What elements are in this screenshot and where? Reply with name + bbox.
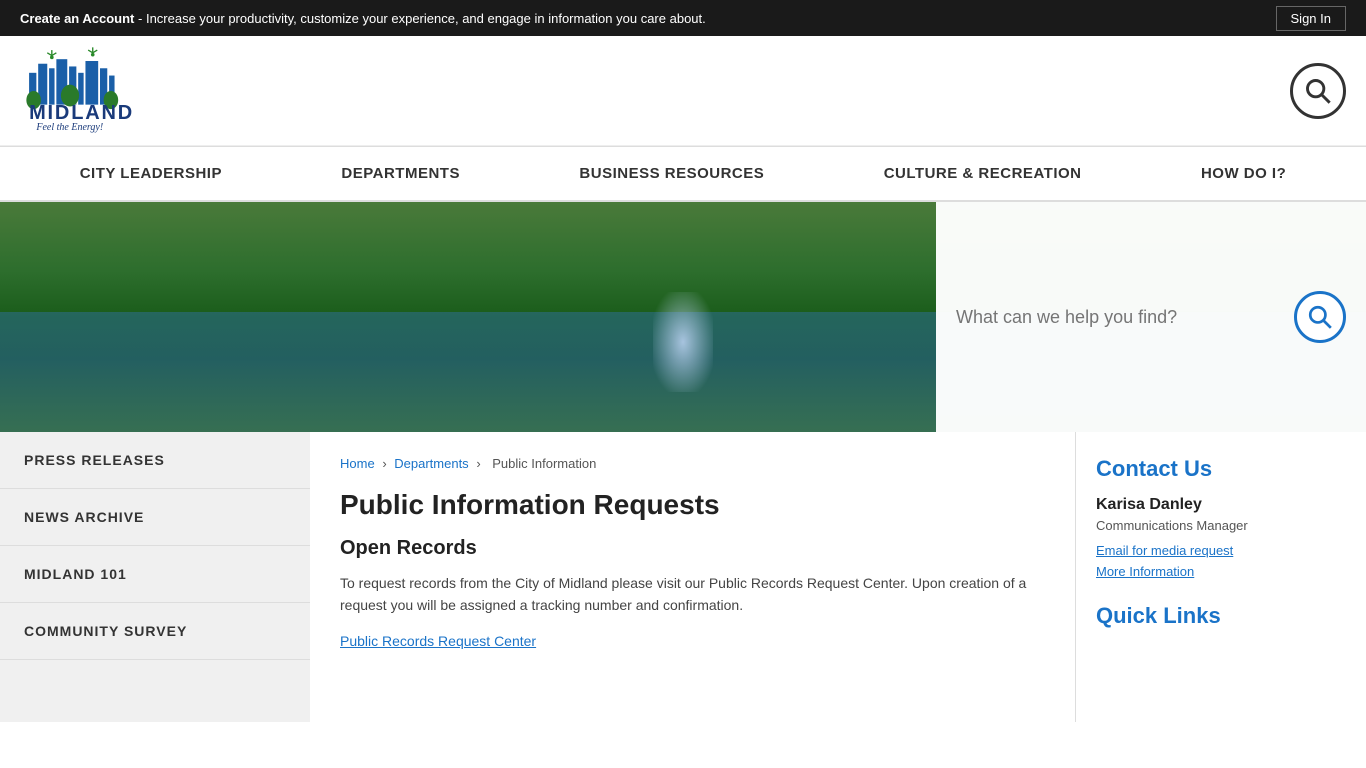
email-media-request-link[interactable]: Email for media request [1096, 543, 1346, 558]
svg-text:Feel the Energy!: Feel the Energy! [35, 122, 103, 133]
header-search-button[interactable] [1290, 63, 1346, 119]
contact-name: Karisa Danley [1096, 496, 1346, 514]
hero-search-button[interactable] [1294, 291, 1346, 343]
top-banner: Create an Account - Increase your produc… [0, 0, 1366, 36]
nav-item-business[interactable]: BUSINESS RESOURCES [559, 147, 784, 200]
left-sidebar: PRESS RELEASES NEWS ARCHIVE MIDLAND 101 … [0, 432, 310, 722]
create-account-text: Create an Account - Increase your produc… [20, 11, 706, 26]
body-text-open-records: To request records from the City of Midl… [340, 572, 1045, 617]
sidebar-item-press-releases[interactable]: PRESS RELEASES [0, 432, 310, 489]
sign-in-button[interactable]: Sign In [1276, 6, 1346, 31]
page-title: Public Information Requests [340, 489, 1045, 521]
sidebar-item-community-survey[interactable]: COMMUNITY SURVEY [0, 603, 310, 660]
right-sidebar: Contact Us Karisa Danley Communications … [1076, 432, 1366, 722]
nav-link-departments[interactable]: DEPARTMENTS [321, 147, 480, 200]
breadcrumb-sep-2: › [476, 456, 484, 471]
main-nav: CITY LEADERSHIP DEPARTMENTS BUSINESS RES… [0, 146, 1366, 202]
logo-area: MIDLAND Feel the Energy! [20, 46, 220, 136]
breadcrumb-current: Public Information [492, 456, 596, 471]
content-wrapper: PRESS RELEASES NEWS ARCHIVE MIDLAND 101 … [0, 432, 1366, 722]
hero-search-input[interactable] [956, 297, 1294, 338]
breadcrumb-home[interactable]: Home [340, 456, 375, 471]
breadcrumb-departments[interactable]: Departments [394, 456, 468, 471]
nav-item-culture[interactable]: CULTURE & RECREATION [864, 147, 1102, 200]
create-account-bold: Create an Account [20, 11, 134, 26]
header: MIDLAND Feel the Energy! [0, 36, 1366, 146]
create-account-desc: - Increase your productivity, customize … [138, 11, 706, 26]
breadcrumb: Home › Departments › Public Information [340, 456, 1045, 471]
sidebar-item-midland-101[interactable]: MIDLAND 101 [0, 546, 310, 603]
hero-banner [0, 202, 1366, 432]
main-content-area: Home › Departments › Public Information … [310, 432, 1076, 722]
section-title-open-records: Open Records [340, 537, 1045, 560]
contact-us-title: Contact Us [1096, 456, 1346, 482]
sidebar-item-news-archive[interactable]: NEWS ARCHIVE [0, 489, 310, 546]
breadcrumb-sep-1: › [382, 456, 390, 471]
nav-link-culture[interactable]: CULTURE & RECREATION [864, 147, 1102, 200]
nav-item-city-leadership[interactable]: CITY LEADERSHIP [60, 147, 242, 200]
hero-search-overlay [936, 202, 1366, 432]
nav-link-city-leadership[interactable]: CITY LEADERSHIP [60, 147, 242, 200]
public-records-link[interactable]: Public Records Request Center [340, 633, 536, 649]
quick-links-title: Quick Links [1096, 603, 1346, 629]
midland-logo: MIDLAND Feel the Energy! [20, 46, 220, 136]
svg-text:MIDLAND: MIDLAND [29, 102, 134, 124]
nav-item-how[interactable]: HOW DO I? [1181, 147, 1306, 200]
nav-link-business[interactable]: BUSINESS RESOURCES [559, 147, 784, 200]
hero-search-form [956, 291, 1346, 343]
more-information-link[interactable]: More Information [1096, 564, 1346, 579]
nav-item-departments[interactable]: DEPARTMENTS [321, 147, 480, 200]
nav-link-how[interactable]: HOW DO I? [1181, 147, 1306, 200]
contact-role: Communications Manager [1096, 518, 1346, 533]
